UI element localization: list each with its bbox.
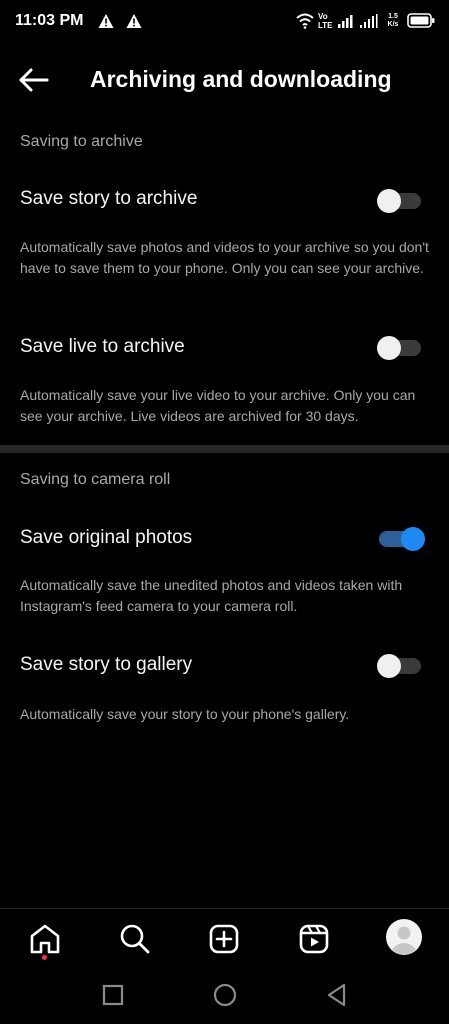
save-story-to-archive-label[interactable]: Save story to archive [20, 188, 197, 210]
search-icon [120, 924, 150, 954]
save-original-photos-label[interactable]: Save original photos [20, 527, 192, 549]
home-circle-icon [213, 983, 237, 1007]
back-triangle-icon [327, 983, 346, 1007]
save-story-to-gallery-label[interactable]: Save story to gallery [20, 654, 192, 676]
home-icon [30, 924, 60, 954]
toggle-knob [401, 527, 425, 551]
nav-home-button[interactable] [27, 921, 63, 957]
reels-icon [299, 924, 329, 954]
bottom-navigation-bar [0, 908, 449, 969]
status-bar: 11:03 PM Vo LTE 1.5 K/s [0, 0, 449, 44]
save-live-to-archive-toggle[interactable] [377, 335, 423, 360]
save-story-to-gallery-description: Automatically save your story to your ph… [20, 706, 350, 722]
save-live-to-archive-description: Automatically save your live video to yo… [20, 387, 416, 424]
nav-profile-button[interactable] [385, 918, 423, 956]
back-button[interactable] [16, 64, 54, 96]
network-speed: 1.5 K/s [387, 13, 399, 28]
signal-icon [338, 15, 353, 28]
warning-icon [98, 14, 114, 28]
section-divider [0, 445, 449, 453]
section-title-archive: Saving to archive [20, 133, 143, 150]
toggle-knob [377, 654, 401, 678]
page-title: Archiving and downloading [90, 66, 392, 92]
profile-avatar [386, 919, 422, 955]
battery-icon [407, 13, 435, 28]
volte-indicator: Vo LTE [318, 12, 333, 30]
warning-icon [126, 14, 142, 28]
wifi-icon [296, 13, 314, 29]
save-original-photos-toggle[interactable] [377, 526, 425, 551]
signal-icon [360, 14, 378, 28]
nav-create-button[interactable] [206, 921, 242, 957]
notification-dot [42, 955, 47, 960]
nav-reels-button[interactable] [296, 921, 332, 957]
nav-search-button[interactable] [117, 921, 153, 957]
system-navigation-bar [0, 968, 449, 1024]
save-story-to-archive-toggle[interactable] [377, 188, 423, 213]
toggle-knob [377, 336, 401, 360]
recents-button[interactable] [100, 982, 126, 1008]
recents-square-icon [102, 984, 124, 1006]
save-live-to-archive-label[interactable]: Save live to archive [20, 336, 185, 358]
status-time: 11:03 PM [15, 12, 84, 29]
system-home-button[interactable] [212, 982, 238, 1008]
page-header: Archiving and downloading [0, 56, 449, 104]
system-back-button[interactable] [324, 982, 350, 1008]
toggle-knob [377, 189, 401, 213]
save-story-to-archive-description: Automatically save photos and videos to … [20, 239, 429, 276]
arrow-left-icon [19, 68, 49, 92]
section-title-camera-roll: Saving to camera roll [20, 471, 171, 488]
create-post-icon [209, 924, 239, 954]
save-original-photos-description: Automatically save the unedited photos a… [20, 577, 403, 614]
save-story-to-gallery-toggle[interactable] [377, 653, 423, 678]
